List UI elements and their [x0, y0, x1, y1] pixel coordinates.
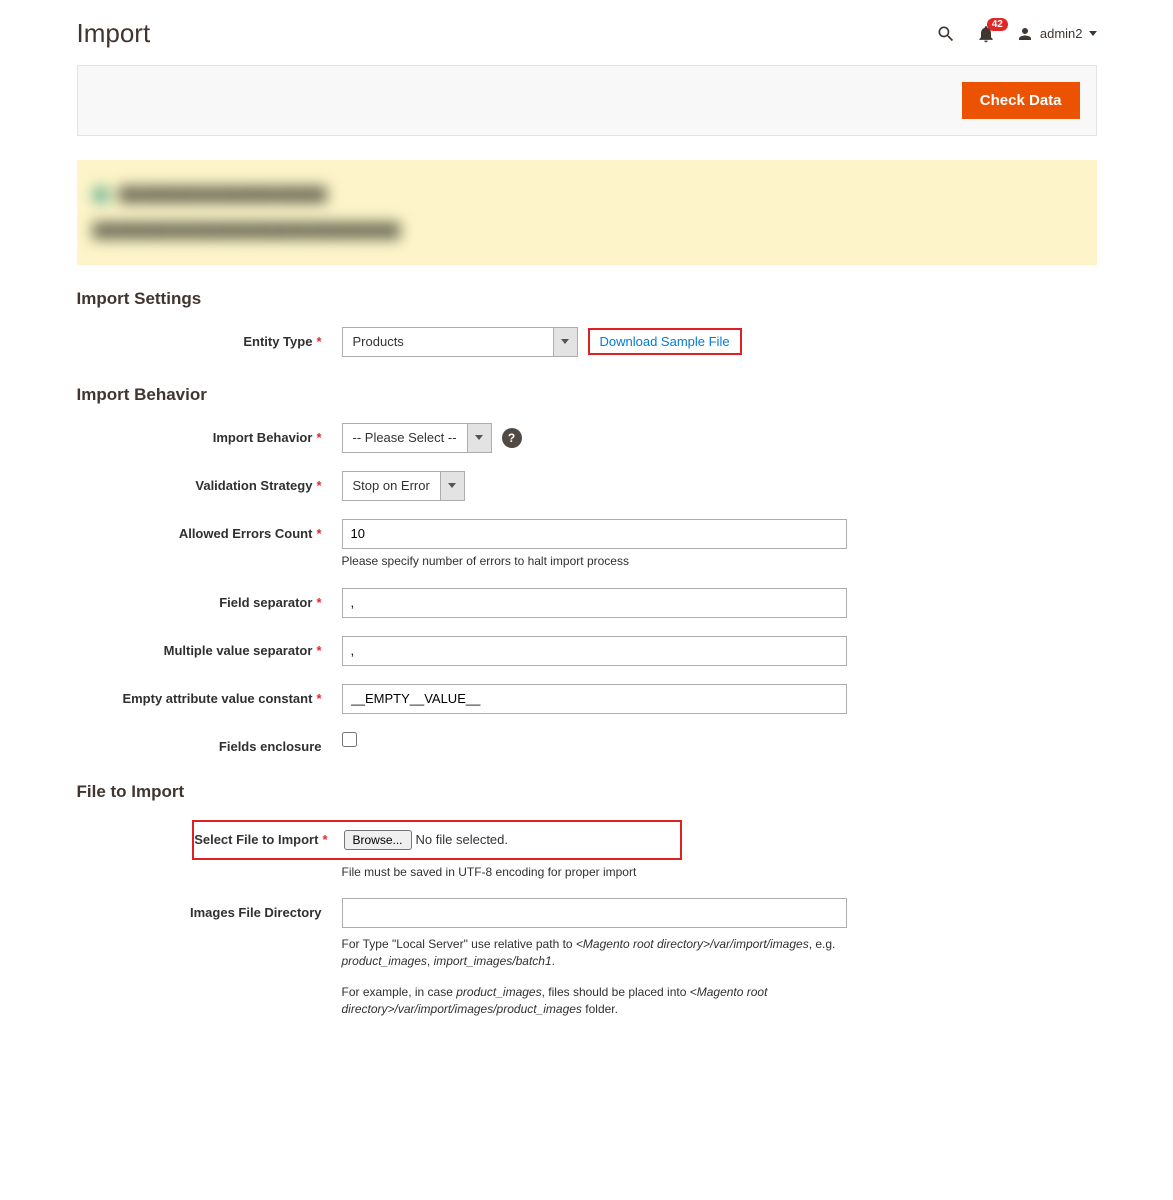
empty-const-label: Empty attribute value constant* — [77, 684, 342, 706]
help-icon[interactable]: ? — [502, 428, 522, 448]
chevron-down-icon — [467, 424, 491, 452]
allowed-errors-label: Allowed Errors Count* — [77, 519, 342, 541]
notification-count-badge: 42 — [987, 18, 1008, 31]
section-title: Import Settings — [77, 289, 1097, 309]
allowed-errors-input[interactable] — [342, 519, 847, 549]
import-behavior-select[interactable]: -- Please Select -- — [342, 423, 492, 453]
empty-const-input[interactable] — [342, 684, 847, 714]
select-file-highlight: Select File to Import* Browse... No file… — [192, 820, 682, 860]
images-dir-note-1: For Type "Local Server" use relative pat… — [342, 936, 842, 970]
download-sample-highlight: Download Sample File — [588, 328, 742, 355]
select-file-note: File must be saved in UTF-8 encoding for… — [342, 864, 637, 881]
file-status-text: No file selected. — [416, 832, 509, 847]
section-title: File to Import — [77, 782, 1097, 802]
check-data-button[interactable]: Check Data — [962, 82, 1080, 119]
entity-type-label: Entity Type* — [77, 327, 342, 349]
allowed-errors-note: Please specify number of errors to halt … — [342, 553, 629, 570]
user-icon — [1016, 25, 1034, 43]
fields-enclosure-checkbox[interactable] — [342, 732, 357, 747]
search-icon[interactable] — [936, 24, 956, 44]
validation-strategy-label: Validation Strategy* — [77, 471, 342, 493]
select-file-label: Select File to Import* — [194, 832, 344, 847]
section-import-settings: Import Settings Entity Type* Products Do… — [77, 289, 1097, 357]
download-sample-link[interactable]: Download Sample File — [600, 334, 730, 349]
entity-type-select[interactable]: Products — [342, 327, 578, 357]
section-file-to-import: File to Import Select File to Import* Br… — [77, 782, 1097, 1018]
browse-button[interactable]: Browse... — [344, 830, 412, 850]
images-dir-note-2: For example, in case product_images, fil… — [342, 984, 842, 1018]
import-behavior-label: Import Behavior* — [77, 423, 342, 445]
section-title: Import Behavior — [77, 385, 1097, 405]
chevron-down-icon — [553, 328, 577, 356]
page-title: Import — [77, 18, 151, 49]
multi-separator-label: Multiple value separator* — [77, 636, 342, 658]
field-separator-label: Field separator* — [77, 588, 342, 610]
chevron-down-icon — [1089, 31, 1097, 36]
actions-bar: Check Data — [77, 65, 1097, 136]
images-dir-label: Images File Directory — [77, 898, 342, 920]
field-separator-input[interactable] — [342, 588, 847, 618]
page-header: Import 42 admin2 — [77, 10, 1097, 65]
chevron-down-icon — [440, 472, 464, 500]
notifications-icon[interactable]: 42 — [976, 24, 996, 44]
validation-strategy-select[interactable]: Stop on Error — [342, 471, 465, 501]
images-dir-input[interactable] — [342, 898, 847, 928]
user-name-label: admin2 — [1040, 26, 1083, 41]
notice-banner: █████████████████████ ██████████████████… — [77, 160, 1097, 265]
user-menu[interactable]: admin2 — [1016, 25, 1097, 43]
fields-enclosure-label: Fields enclosure — [77, 732, 342, 754]
section-import-behavior: Import Behavior Import Behavior* -- Plea… — [77, 385, 1097, 754]
multi-separator-input[interactable] — [342, 636, 847, 666]
